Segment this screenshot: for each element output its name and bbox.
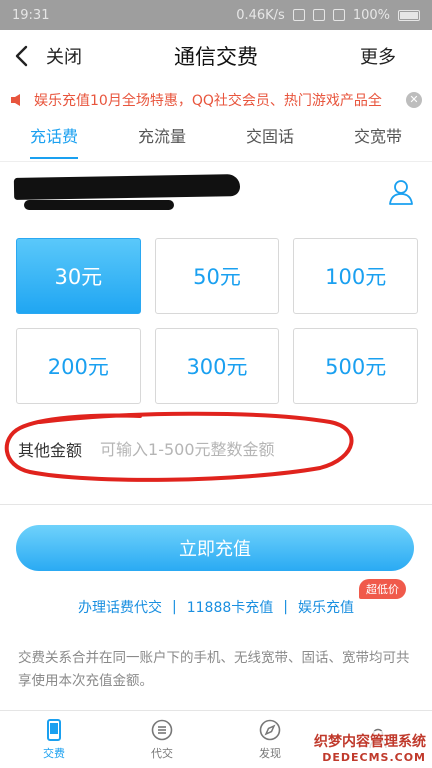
- contact-icon[interactable]: [388, 178, 414, 206]
- close-button[interactable]: 关闭: [14, 43, 82, 69]
- bottom-nav-pay[interactable]: 交费: [0, 711, 108, 768]
- divider: [0, 504, 432, 505]
- tab-broadband[interactable]: 交宽带: [324, 118, 432, 161]
- description-text: 交费关系合并在同一账户下的手机、无线宽带、固话、宽带均可共享使用本次充值金额。: [18, 650, 410, 689]
- speaker-icon: [11, 94, 20, 106]
- watermark-line2: DEDECMS.COM: [312, 751, 428, 764]
- amount-grid: 30元 50元 100元 200元 300元 500元: [0, 238, 432, 404]
- link-11888-card[interactable]: 11888卡充值: [187, 597, 274, 617]
- notice-bar[interactable]: 娱乐充值10月全场特惠，QQ社交会员、热门游戏产品全 ✕: [0, 82, 432, 118]
- alarm-icon: [292, 9, 305, 21]
- status-time: 19:31: [12, 7, 50, 23]
- link-separator: |: [172, 599, 177, 615]
- redacted-phone-number: [13, 174, 241, 200]
- status-speed: 0.46K/s: [236, 7, 285, 23]
- phone-icon: [47, 718, 61, 741]
- amount-500-button[interactable]: 500元: [293, 328, 418, 404]
- watermark: 织梦内容管理系统 DEDECMS.COM: [312, 731, 428, 764]
- notice-close-icon[interactable]: ✕: [406, 92, 422, 108]
- link-separator: |: [283, 599, 288, 615]
- other-amount-input[interactable]: [100, 439, 361, 459]
- redacted-account-info: [24, 200, 174, 210]
- amount-100-button[interactable]: 100元: [293, 238, 418, 314]
- tab-landline[interactable]: 交固话: [216, 118, 324, 161]
- compass-icon: [259, 719, 281, 740]
- signal-icon: [312, 9, 325, 21]
- page-title: 通信交费: [174, 45, 258, 69]
- battery-percent: 100%: [352, 7, 390, 23]
- status-bar: 19:31 0.46K/s 100%: [0, 0, 432, 30]
- nav-bar: 关闭 通信交费 更多: [0, 30, 432, 82]
- bottom-nav-proxy[interactable]: 代交: [108, 711, 216, 768]
- tab-data-recharge[interactable]: 充流量: [108, 118, 216, 161]
- wifi-icon: [332, 9, 345, 21]
- bottom-nav-discover[interactable]: 发现: [216, 711, 324, 768]
- bottom-nav-proxy-label: 代交: [151, 746, 173, 760]
- link-proxy-payment[interactable]: 办理话费代交: [78, 597, 162, 617]
- low-price-badge: 超低价: [359, 579, 406, 599]
- bottom-nav-pay-label: 交费: [43, 746, 65, 760]
- amount-300-button[interactable]: 300元: [154, 328, 280, 404]
- battery-icon: [398, 9, 420, 21]
- notice-text: 娱乐充值10月全场特惠，QQ社交会员、热门游戏产品全: [34, 93, 382, 109]
- account-section: [0, 162, 432, 230]
- tab-bar: 充话费 充流量 交固话 交宽带: [0, 118, 432, 162]
- tab-phone-recharge[interactable]: 充话费: [0, 118, 108, 161]
- amount-200-button[interactable]: 200元: [16, 328, 141, 404]
- service-links: 办理话费代交 | 11888卡充值 | 娱乐充值 超低价: [0, 579, 432, 617]
- close-label: 关闭: [46, 47, 82, 68]
- amount-50-button[interactable]: 50元: [154, 238, 280, 314]
- watermark-line1: 织梦内容管理系统: [312, 731, 428, 751]
- link-entertainment[interactable]: 娱乐充值: [298, 597, 354, 617]
- list-icon: [151, 719, 173, 740]
- recharge-now-button[interactable]: 立即充值: [16, 525, 414, 571]
- bottom-nav-discover-label: 发现: [259, 746, 281, 760]
- other-amount-label: 其他金额: [18, 441, 83, 460]
- more-button[interactable]: 更多: [360, 43, 418, 69]
- amount-30-button[interactable]: 30元: [16, 238, 141, 314]
- status-right: 0.46K/s 100%: [236, 8, 420, 23]
- back-arrow-icon: [15, 45, 28, 67]
- other-amount-row: 其他金额: [0, 411, 432, 484]
